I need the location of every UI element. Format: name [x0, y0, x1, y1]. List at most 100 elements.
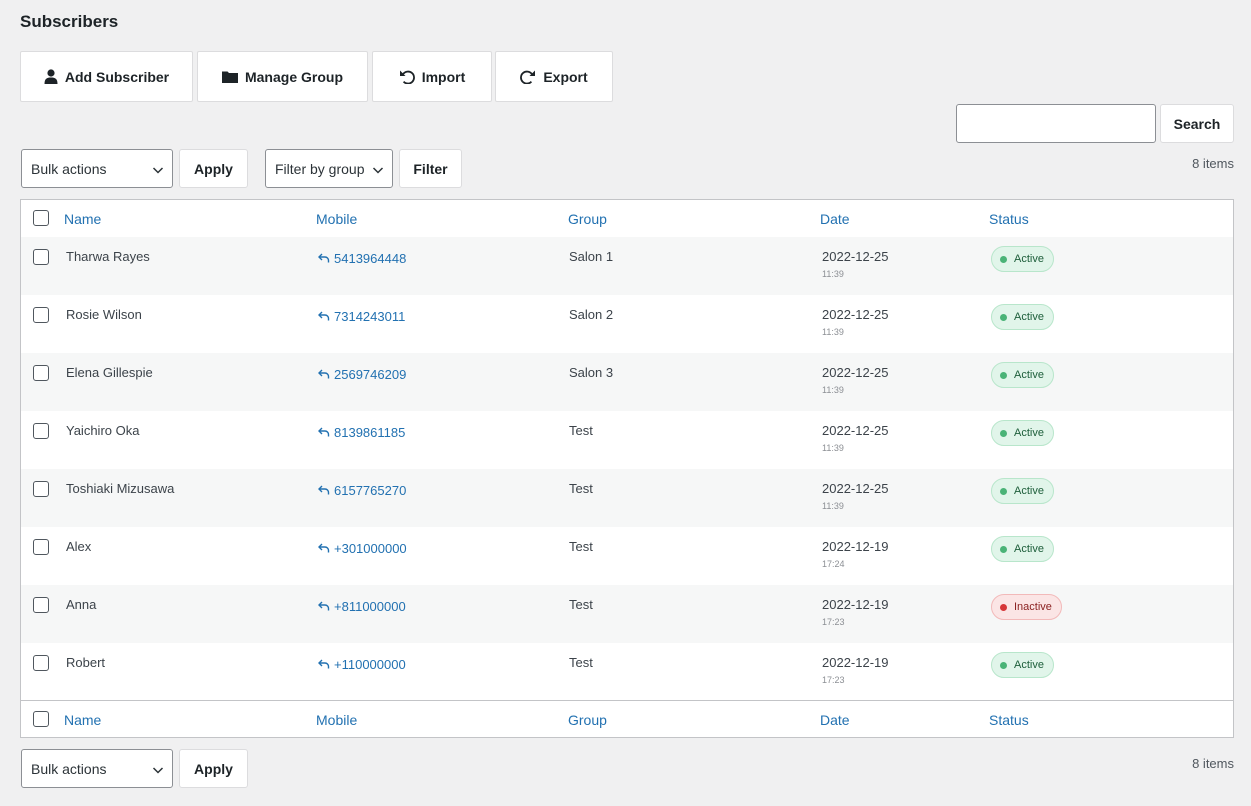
mobile-link[interactable]: 6157765270 [318, 483, 406, 498]
user-icon [44, 69, 58, 84]
add-subscriber-button[interactable]: Add Subscriber [20, 51, 193, 102]
search-input[interactable] [956, 104, 1156, 143]
subscriber-date: 2022-12-19 [822, 597, 889, 612]
status-badge: Active [991, 420, 1054, 446]
status-label: Inactive [1014, 601, 1052, 613]
column-header-group[interactable]: Group [568, 211, 607, 227]
reply-arrow-icon [318, 541, 330, 556]
export-button[interactable]: Export [495, 51, 613, 102]
status-dot [1000, 661, 1007, 669]
subscriber-group: Salon 2 [569, 307, 614, 322]
chevron-down-icon [372, 163, 384, 179]
footer-header-mobile[interactable]: Mobile [316, 712, 357, 728]
column-header-date[interactable]: Date [820, 211, 850, 227]
mobile-link[interactable]: 5413964448 [318, 251, 406, 266]
row-checkbox[interactable] [33, 597, 49, 613]
row-checkbox[interactable] [33, 307, 49, 323]
folder-icon [221, 70, 238, 83]
subscriber-time: 17:23 [822, 675, 845, 685]
status-label: Active [1014, 427, 1044, 439]
mobile-number: 2569746209 [334, 367, 407, 382]
mobile-link[interactable]: +301000000 [318, 541, 407, 556]
filter-group-select[interactable]: Filter by group [265, 149, 393, 188]
mobile-number: +811000000 [334, 599, 406, 614]
filter-button[interactable]: Filter [399, 149, 462, 188]
subscriber-time: 11:39 [822, 269, 844, 279]
row-checkbox[interactable] [33, 539, 49, 555]
import-button[interactable]: Import [372, 51, 492, 102]
row-checkbox[interactable] [33, 365, 49, 381]
mobile-link[interactable]: 7314243011 [318, 309, 405, 324]
mobile-number: +110000000 [334, 657, 406, 672]
subscriber-group: Test [569, 597, 593, 612]
subscriber-date: 2022-12-25 [822, 307, 889, 322]
status-badge: Active [991, 478, 1054, 504]
bulk-actions-label: Bulk actions [31, 160, 107, 177]
subscriber-time: 11:39 [822, 443, 844, 453]
row-checkbox[interactable] [33, 655, 49, 671]
table-row: Rosie Wilson 7314243011 Salon 2 2022-12-25 1… [21, 295, 1233, 353]
subscriber-time: 17:24 [822, 559, 845, 569]
select-all-checkbox[interactable] [33, 210, 49, 226]
subscriber-group: Test [569, 423, 593, 438]
mobile-link[interactable]: 2569746209 [318, 367, 406, 382]
subscriber-group: Salon 1 [569, 249, 614, 264]
select-all-checkbox-footer[interactable] [33, 711, 49, 727]
status-label: Active [1014, 253, 1044, 265]
subscriber-date: 2022-12-25 [822, 365, 889, 380]
mobile-number: +301000000 [334, 541, 407, 556]
reply-arrow-icon [318, 483, 330, 498]
undo-arrow-icon [399, 69, 415, 84]
status-dot [1000, 429, 1007, 437]
subscriber-name: Toshiaki Mizusawa [66, 481, 175, 496]
subscriber-time: 17:23 [822, 617, 845, 627]
mobile-link[interactable]: +811000000 [318, 599, 406, 614]
chevron-down-icon [152, 163, 164, 179]
status-badge: Active [991, 246, 1054, 272]
status-label: Active [1014, 659, 1044, 671]
table-row: Robert +110000000 Test 2022-12-19 17:23 Activ… [21, 643, 1233, 701]
export-label: Export [543, 68, 588, 85]
subscriber-name: Yaichiro Oka [66, 423, 140, 438]
subscriber-name: Anna [66, 597, 97, 612]
bulk-actions-select-top[interactable]: Bulk actions [21, 149, 173, 188]
footer-header-status[interactable]: Status [989, 712, 1029, 728]
subscriber-date: 2022-12-25 [822, 481, 889, 496]
mobile-link[interactable]: 8139861185 [318, 425, 405, 440]
subscriber-time: 11:39 [822, 385, 844, 395]
row-checkbox[interactable] [33, 249, 49, 265]
row-checkbox[interactable] [33, 423, 49, 439]
status-badge: Active [991, 304, 1054, 330]
subscribers-table: Name Mobile Group Date Status Tharwa Ray… [20, 199, 1234, 738]
reply-arrow-icon [318, 599, 330, 614]
table-row: Tharwa Rayes 5413964448 Salon 1 2022-12-25 1… [21, 237, 1233, 295]
row-checkbox[interactable] [33, 481, 49, 497]
subscriber-date: 2022-12-19 [822, 655, 889, 670]
search-button[interactable]: Search [1160, 104, 1234, 143]
status-badge: Active [991, 362, 1054, 388]
subscriber-name: Robert [66, 655, 106, 670]
bulk-actions-select-bottom[interactable]: Bulk actions [21, 749, 173, 788]
status-label: Active [1014, 543, 1044, 555]
apply-button-bottom[interactable]: Apply [179, 749, 248, 788]
table-row: Alex +301000000 Test 2022-12-19 17:24 Active [21, 527, 1233, 585]
column-header-mobile[interactable]: Mobile [316, 211, 357, 227]
column-header-status[interactable]: Status [989, 211, 1029, 227]
status-badge: Active [991, 536, 1054, 562]
subscriber-group: Salon 3 [569, 365, 614, 380]
apply-button-top[interactable]: Apply [179, 149, 248, 188]
column-header-name[interactable]: Name [64, 211, 101, 227]
status-label: Active [1014, 485, 1044, 497]
table-footer: Name Mobile Group Date Status [21, 700, 1233, 738]
status-dot [1000, 487, 1007, 495]
footer-header-name[interactable]: Name [64, 712, 101, 728]
filter-group-label: Filter by group [275, 160, 365, 177]
footer-header-date[interactable]: Date [820, 712, 850, 728]
mobile-link[interactable]: +110000000 [318, 657, 406, 672]
manage-group-button[interactable]: Manage Group [197, 51, 368, 102]
table-row: Elena Gillespie 2569746209 Salon 3 2022-12-… [21, 353, 1233, 411]
status-badge: Active [991, 652, 1054, 678]
subscriber-date: 2022-12-25 [822, 423, 889, 438]
mobile-number: 5413964448 [334, 251, 407, 266]
footer-header-group[interactable]: Group [568, 712, 607, 728]
